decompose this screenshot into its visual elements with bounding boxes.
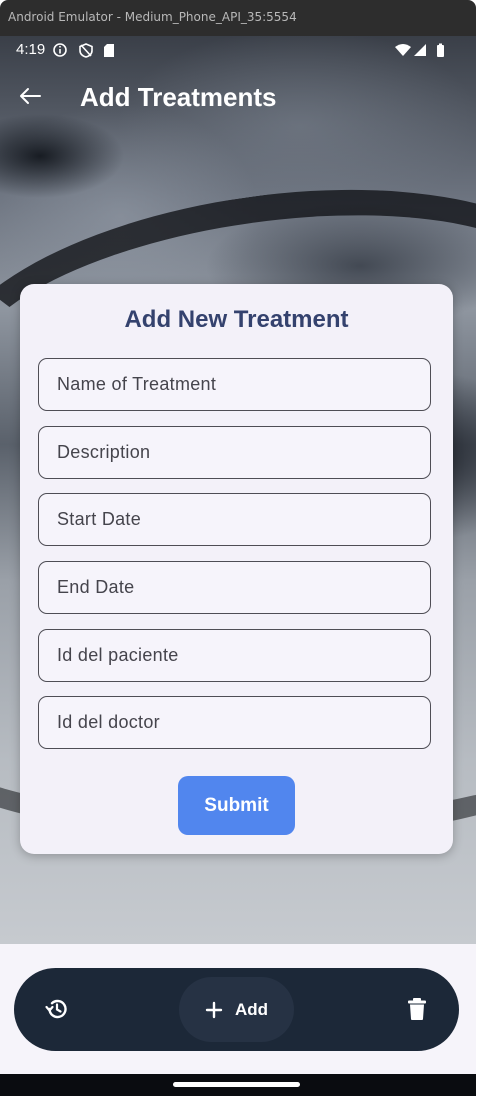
status-system-icons bbox=[394, 42, 446, 58]
phone-screen: 4:19 Add Treatments Add New Treatment Na… bbox=[0, 36, 476, 1096]
add-button[interactable]: Add bbox=[179, 977, 294, 1042]
patient-id-field[interactable] bbox=[38, 629, 431, 682]
plus-icon bbox=[205, 1001, 223, 1018]
emulator-frame-edge bbox=[476, 36, 482, 1096]
start-date-field[interactable] bbox=[38, 493, 431, 546]
delete-button[interactable] bbox=[402, 994, 432, 1024]
treatment-name-input[interactable] bbox=[39, 359, 430, 410]
sd-card-icon bbox=[104, 44, 114, 57]
description-input[interactable] bbox=[39, 427, 430, 478]
info-icon bbox=[53, 43, 67, 57]
battery-icon bbox=[437, 43, 444, 57]
description-field[interactable] bbox=[38, 426, 431, 479]
start-date-input[interactable] bbox=[39, 494, 430, 545]
emulator-window-title: Android Emulator - Medium_Phone_API_35:5… bbox=[8, 10, 297, 24]
shield-icon bbox=[79, 43, 93, 58]
trash-icon bbox=[408, 998, 426, 1020]
end-date-input[interactable] bbox=[39, 562, 430, 613]
back-button[interactable] bbox=[14, 80, 46, 112]
doctor-id-field[interactable] bbox=[38, 696, 431, 749]
signal-icon bbox=[414, 44, 426, 56]
status-notification-icons bbox=[53, 42, 117, 58]
history-button[interactable] bbox=[42, 994, 72, 1024]
emulator-window-titlebar: Android Emulator - Medium_Phone_API_35:5… bbox=[0, 0, 476, 36]
add-button-label: Add bbox=[234, 999, 269, 1019]
submit-button[interactable]: Submit bbox=[178, 776, 295, 835]
status-bar: 4:19 bbox=[0, 36, 476, 64]
patient-id-input[interactable] bbox=[39, 630, 430, 681]
doctor-id-input[interactable] bbox=[39, 697, 430, 748]
back-arrow-icon bbox=[20, 88, 41, 104]
app-bar: Add Treatments bbox=[0, 74, 476, 120]
wifi-icon bbox=[395, 44, 411, 56]
page-title: Add Treatments bbox=[80, 82, 277, 112]
history-icon bbox=[45, 999, 67, 1019]
bottom-navigation-area: Add bbox=[0, 944, 476, 1074]
end-date-field[interactable] bbox=[38, 561, 431, 614]
add-treatment-card: Add New Treatment Submit bbox=[20, 284, 453, 854]
treatment-name-field[interactable] bbox=[38, 358, 431, 411]
gesture-navigation-handle[interactable] bbox=[173, 1082, 300, 1087]
bottom-nav-bar: Add bbox=[14, 968, 459, 1051]
status-time: 4:19 bbox=[16, 41, 46, 58]
card-title: Add New Treatment bbox=[124, 306, 349, 333]
